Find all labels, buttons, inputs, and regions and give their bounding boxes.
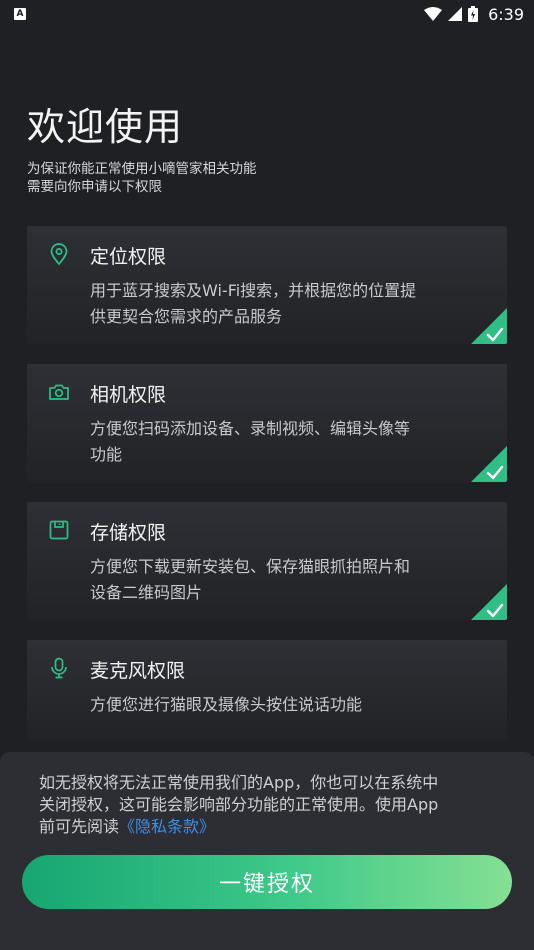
permission-title: 存储权限 [90, 522, 167, 544]
granted-check-icon [471, 446, 507, 482]
granted-check-icon [471, 584, 507, 620]
wifi-icon [424, 7, 443, 21]
description-line: 设备二维码图片 [90, 583, 203, 602]
notice-line: 前可先阅读《隐私条款》 [39, 816, 499, 838]
description-line: 用于蓝牙搜索及Wi-Fi搜索，并根据您的位置提 [90, 281, 417, 300]
privacy-policy-link[interactable]: 《隐私条款》 [119, 817, 215, 836]
microphone-icon [51, 657, 67, 679]
location-pin-icon [50, 243, 68, 266]
notice-line: 关闭授权，这可能会影响部分功能的正常使用。使用App [39, 795, 439, 814]
description-line: 方便您进行猫眼及摄像头按住说话功能 [90, 695, 363, 714]
bottom-sheet: 如无授权将无法正常使用我们的App，你也可以在系统中 关闭授权，这可能会影响部分… [0, 752, 534, 950]
description-line: 方便您扫码添加设备、录制视频、编辑头像等 [90, 419, 411, 438]
subtitle-line: 为保证你能正常使用小嘀管家相关功能 [27, 161, 257, 177]
app-notification-icon: A [14, 8, 26, 20]
permission-title: 麦克风权限 [90, 660, 186, 682]
permission-card-camera: 相机权限 方便您扫码添加设备、录制视频、编辑头像等 功能 [27, 364, 507, 482]
cellular-signal-icon [448, 7, 463, 21]
permission-card-microphone: 麦克风权限 方便您进行猫眼及摄像头按住说话功能 [27, 640, 507, 740]
permission-card-location: 定位权限 用于蓝牙搜索及Wi-Fi搜索，并根据您的位置提 供更契合您需求的产品服… [27, 226, 507, 344]
permission-description: 方便您进行猫眼及摄像头按住说话功能 [90, 692, 490, 718]
permission-title: 定位权限 [90, 246, 167, 268]
battery-icon [468, 6, 479, 22]
permission-card-storage: 存储权限 方便您下载更新安装包、保存猫眼抓拍照片和 设备二维码图片 [27, 502, 507, 620]
page-title: 欢迎使用 [27, 105, 184, 149]
storage-icon [49, 520, 69, 540]
status-time: 6:39 [488, 4, 524, 24]
granted-check-icon [471, 308, 507, 344]
description-line: 方便您下载更新安装包、保存猫眼抓拍照片和 [90, 557, 411, 576]
notice-line: 如无授权将无法正常使用我们的App，你也可以在系统中 [39, 773, 439, 792]
permission-description: 方便您下载更新安装包、保存猫眼抓拍照片和 设备二维码图片 [90, 554, 490, 606]
notice-text: 前可先阅读 [39, 817, 120, 836]
page-subtitle: 为保证你能正常使用小嘀管家相关功能 需要向你申请以下权限 [27, 160, 427, 196]
authorization-notice: 如无授权将无法正常使用我们的App，你也可以在系统中 关闭授权，这可能会影响部分… [39, 772, 499, 838]
permission-description: 方便您扫码添加设备、录制视频、编辑头像等 功能 [90, 416, 490, 468]
description-line: 供更契合您需求的产品服务 [90, 307, 283, 326]
permission-description: 用于蓝牙搜索及Wi-Fi搜索，并根据您的位置提 供更契合您需求的产品服务 [90, 278, 490, 330]
description-line: 功能 [90, 445, 123, 464]
camera-icon [49, 384, 69, 400]
subtitle-line: 需要向你申请以下权限 [27, 179, 162, 195]
permission-title: 相机权限 [90, 384, 167, 406]
authorize-all-button[interactable]: 一键授权 [22, 855, 512, 909]
status-bar: A 6:39 [0, 0, 534, 28]
